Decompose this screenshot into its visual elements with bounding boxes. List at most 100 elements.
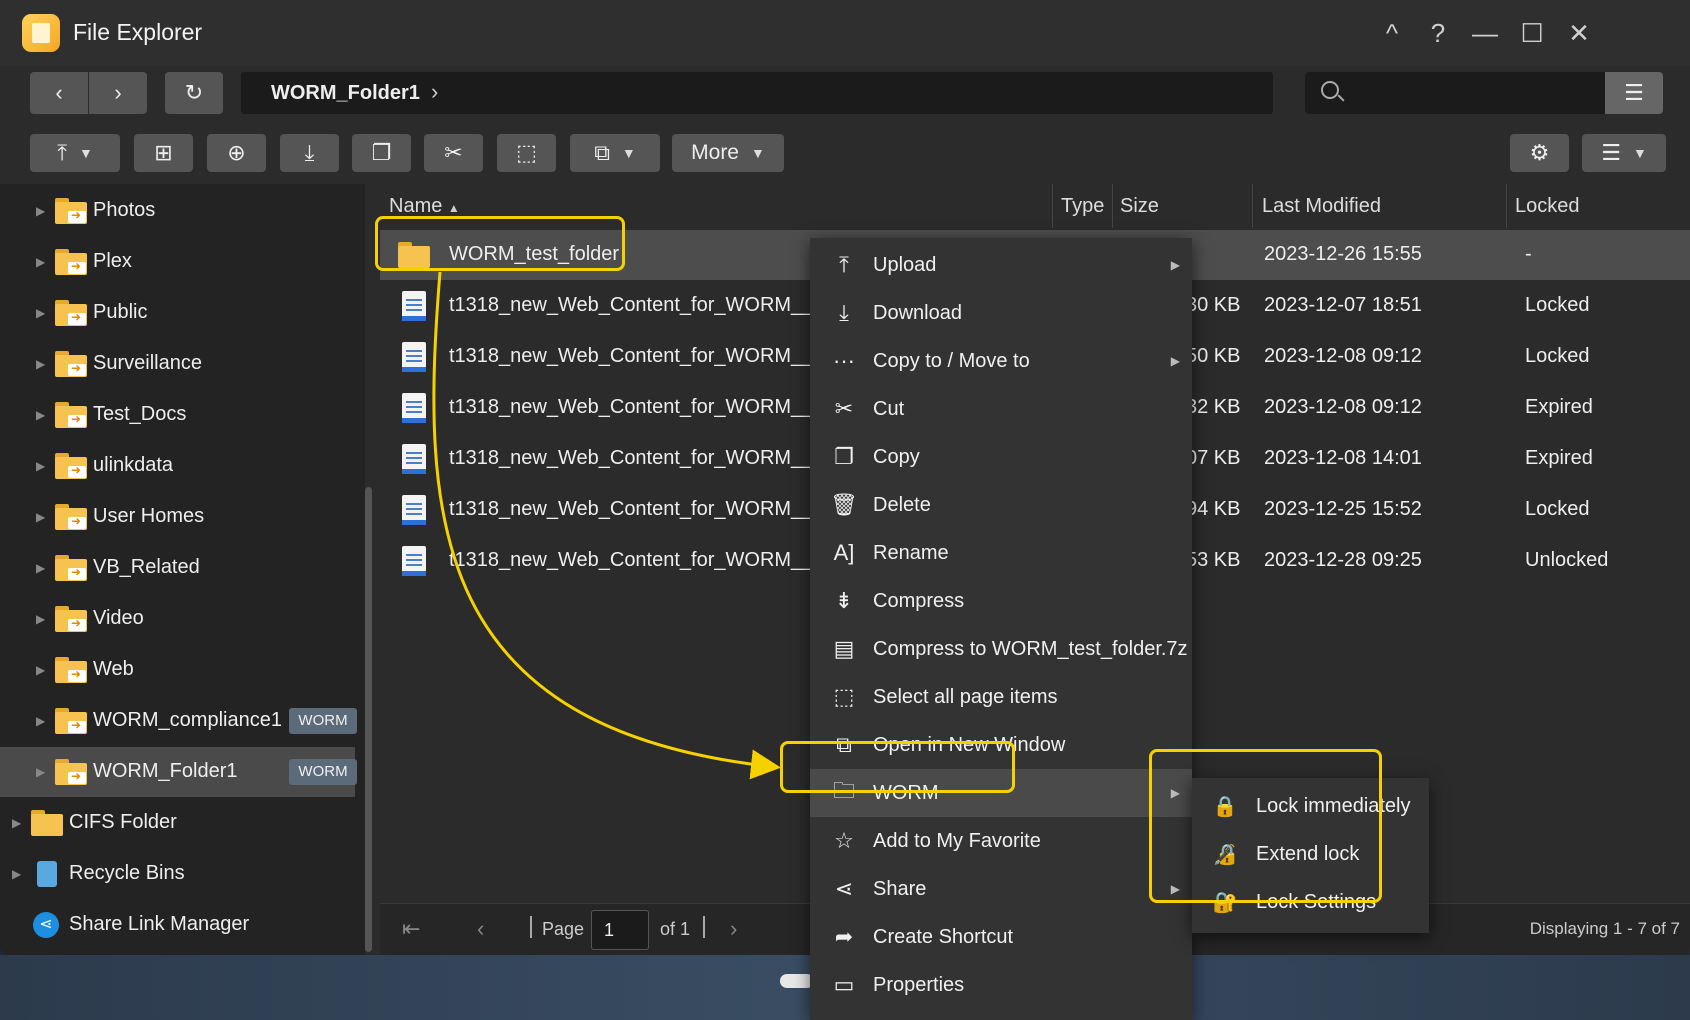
context-menu-item[interactable]: ➦ Create Shortcut bbox=[810, 913, 1192, 961]
next-page-icon[interactable]: › bbox=[730, 916, 737, 942]
context-menu-item[interactable]: ☆ Add to My Favorite bbox=[810, 817, 1192, 865]
shortcut-arrow-icon: ➦ bbox=[834, 924, 854, 949]
share-icon: ⋖ bbox=[834, 876, 854, 901]
sidebar-item[interactable]: ▶ Plex bbox=[0, 237, 355, 287]
first-page-icon[interactable]: ⇤ bbox=[402, 916, 420, 942]
select-all-button[interactable]: ⬚ bbox=[497, 134, 556, 172]
context-menu-item[interactable]: A] Rename bbox=[810, 529, 1192, 577]
context-menu-item[interactable]: ⋖ Share ▶ bbox=[810, 865, 1192, 913]
shared-folder-icon bbox=[55, 453, 87, 479]
context-menu-item[interactable]: 🗀 WORM ▶ bbox=[810, 769, 1192, 817]
sidebar-item[interactable]: ▶ WORM_Folder1 WORM bbox=[0, 747, 357, 797]
new-shared-folder-button[interactable]: ⊕ bbox=[207, 134, 266, 172]
divider bbox=[703, 916, 705, 938]
more-button[interactable]: More ▼ bbox=[672, 134, 784, 172]
cut-button[interactable]: ✂ bbox=[424, 134, 483, 172]
context-menu-item[interactable]: ⤓ Download bbox=[810, 289, 1192, 337]
expand-arrow-icon[interactable]: ▶ bbox=[12, 867, 21, 881]
sidebar-item[interactable]: ▶ WORM_compliance1 WORM bbox=[0, 696, 357, 746]
file-modified: 2023-12-28 09:25 bbox=[1264, 549, 1422, 571]
sidebar-item[interactable]: ▶ Recycle Bins bbox=[0, 849, 355, 899]
context-menu-item[interactable]: ▤ Compress to WORM_test_folder.7z bbox=[810, 625, 1192, 673]
sidebar-item[interactable]: ▶ Public bbox=[0, 288, 355, 338]
sidebar-item[interactable]: ⋖ Share Link Manager bbox=[0, 900, 355, 950]
path-current-folder[interactable]: WORM_Folder1 bbox=[271, 82, 420, 105]
context-menu-label: Compress to WORM_test_folder.7z bbox=[873, 637, 1188, 660]
refresh-button[interactable]: ↻ bbox=[165, 72, 223, 114]
sidebar-item[interactable]: ▶ CIFS Folder bbox=[0, 798, 355, 848]
forward-button[interactable]: › bbox=[89, 72, 147, 114]
context-menu-item[interactable]: 🗑 Delete bbox=[810, 481, 1192, 529]
context-menu-item[interactable]: ⤒ Upload ▶ bbox=[810, 241, 1192, 289]
help-icon[interactable]: ? bbox=[1423, 18, 1453, 48]
upload-button[interactable]: ⤒ ▼ bbox=[30, 134, 120, 172]
document-icon bbox=[402, 546, 426, 576]
column-header-size[interactable]: Size bbox=[1120, 184, 1159, 228]
worm-submenu-item[interactable]: 🔒 Lock immediately bbox=[1192, 782, 1429, 830]
back-button[interactable]: ‹ bbox=[30, 72, 88, 114]
expand-arrow-icon[interactable]: ▶ bbox=[36, 357, 45, 371]
context-menu-item[interactable]: ✂ Cut bbox=[810, 385, 1192, 433]
new-folder-button[interactable]: ⊞ bbox=[134, 134, 193, 172]
context-menu-item[interactable]: ⧉ Open in New Window bbox=[810, 721, 1192, 769]
select-all-icon: ⬚ bbox=[516, 140, 537, 165]
column-header-name[interactable]: Name ▲ bbox=[389, 184, 460, 228]
expand-arrow-icon[interactable]: ▶ bbox=[36, 306, 45, 320]
list-filter-icon: ☰ bbox=[1624, 80, 1644, 105]
expand-arrow-icon[interactable]: ▶ bbox=[36, 663, 45, 677]
sidebar-item[interactable]: ▶ VB_Related bbox=[0, 543, 355, 593]
file-locked-status: Locked bbox=[1525, 345, 1590, 367]
settings-button[interactable]: ⚙ bbox=[1510, 134, 1569, 172]
expand-arrow-icon[interactable]: ▶ bbox=[12, 816, 21, 830]
sidebar-scrollbar[interactable] bbox=[365, 487, 372, 952]
remote-mount-button[interactable]: ⧉ ▼ bbox=[570, 134, 660, 172]
sidebar-item-label: Share Link Manager bbox=[69, 913, 250, 935]
sidebar-item-label: WORM_Folder1 bbox=[93, 760, 238, 782]
worm-submenu-item[interactable]: 🔐 Lock Settings bbox=[1192, 878, 1429, 926]
search-input[interactable] bbox=[1305, 72, 1605, 114]
sidebar-item-label: Recycle Bins bbox=[69, 862, 185, 884]
column-header-last-modified[interactable]: Last Modified bbox=[1262, 184, 1381, 228]
context-menu-item[interactable]: ▭ Properties bbox=[810, 961, 1192, 1009]
sidebar-item[interactable]: ▶ Web bbox=[0, 645, 355, 695]
download-button[interactable]: ⤓ bbox=[280, 134, 339, 172]
context-menu-item[interactable]: ⇟ Compress bbox=[810, 577, 1192, 625]
sidebar-item[interactable]: ▶ ulinkdata bbox=[0, 441, 355, 491]
expand-arrow-icon[interactable]: ▶ bbox=[36, 204, 45, 218]
expand-arrow-icon[interactable]: ▶ bbox=[36, 459, 45, 473]
column-header-type[interactable]: Type bbox=[1061, 184, 1104, 228]
sidebar-item[interactable]: ▶ User Homes bbox=[0, 492, 355, 542]
expand-arrow-icon[interactable]: ▶ bbox=[36, 255, 45, 269]
sidebar-item[interactable]: ▶ Photos bbox=[0, 186, 355, 236]
column-name-label: Name bbox=[389, 195, 443, 217]
sidebar-item[interactable]: ▶ Video bbox=[0, 594, 355, 644]
maximize-icon[interactable]: ☐ bbox=[1517, 18, 1547, 48]
expand-arrow-icon[interactable]: ▶ bbox=[36, 408, 45, 422]
expand-arrow-icon[interactable]: ▶ bbox=[36, 510, 45, 524]
expand-arrow-icon[interactable]: ▶ bbox=[36, 765, 45, 779]
context-menu-item[interactable]: ··· Copy to / Move to ▶ bbox=[810, 337, 1192, 385]
expand-arrow-icon[interactable]: ▶ bbox=[36, 561, 45, 575]
document-icon bbox=[402, 291, 426, 321]
context-menu-item[interactable]: ❐ Copy bbox=[810, 433, 1192, 481]
path-bar[interactable]: WORM_Folder1 › bbox=[241, 72, 1273, 114]
advanced-search-button[interactable]: ☰ bbox=[1605, 72, 1663, 114]
sidebar-item-label: Plex bbox=[93, 250, 132, 272]
star-icon: ☆ bbox=[834, 828, 854, 853]
minimize-icon[interactable]: — bbox=[1470, 18, 1500, 48]
prev-page-icon[interactable]: ‹ bbox=[477, 916, 484, 942]
worm-submenu-item[interactable]: 🔏 Extend lock bbox=[1192, 830, 1429, 878]
expand-arrow-icon[interactable]: ▶ bbox=[36, 612, 45, 626]
expand-arrow-icon[interactable]: ▶ bbox=[36, 714, 45, 728]
view-mode-button[interactable]: ☰ ▼ bbox=[1582, 134, 1666, 172]
copy-button[interactable]: ❐ bbox=[352, 134, 411, 172]
page-number-input[interactable]: 1 bbox=[591, 910, 649, 950]
column-header-locked[interactable]: Locked bbox=[1515, 184, 1580, 228]
context-menu-item[interactable]: ⬚ Select all page items bbox=[810, 673, 1192, 721]
sidebar-item[interactable]: ▶ Test_Docs bbox=[0, 390, 355, 440]
sidebar-item[interactable]: ▶ Surveillance bbox=[0, 339, 355, 389]
recycle-bin-icon bbox=[31, 861, 63, 887]
collapse-icon[interactable]: ^ bbox=[1377, 18, 1407, 48]
close-icon[interactable]: ✕ bbox=[1564, 18, 1594, 48]
column-separator bbox=[1252, 184, 1253, 228]
